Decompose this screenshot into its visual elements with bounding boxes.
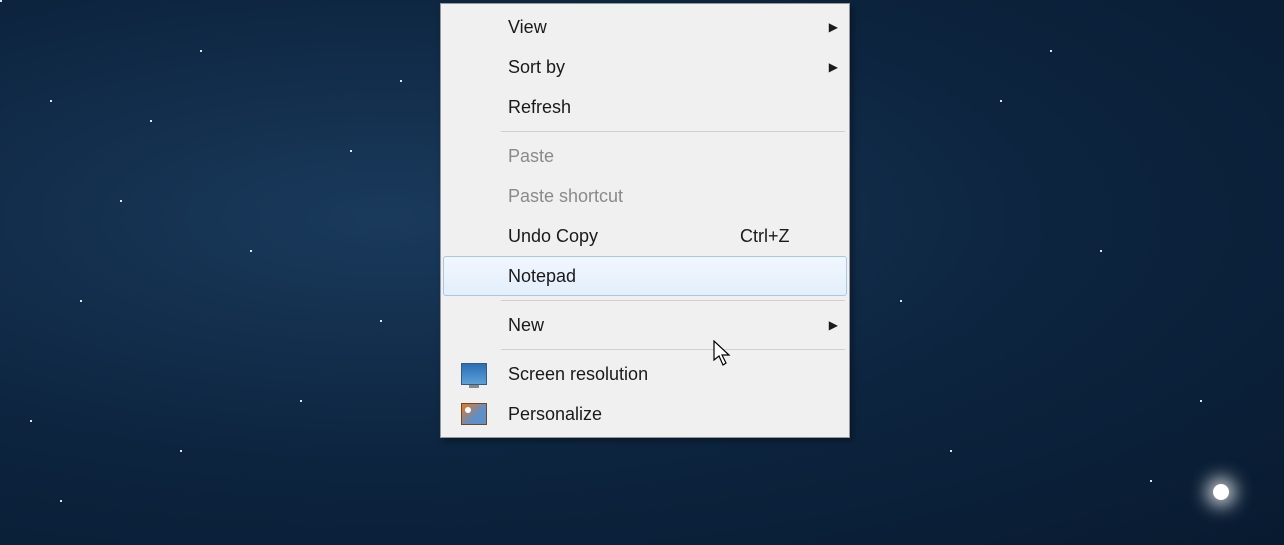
menu-item-sort-by[interactable]: Sort by ▶ [443, 47, 847, 87]
menu-item-label: Paste [500, 146, 740, 167]
submenu-arrow-icon: ▶ [820, 318, 838, 332]
menu-item-shortcut: Ctrl+Z [740, 226, 820, 247]
star-decoration [1213, 484, 1229, 500]
menu-item-label: Notepad [500, 266, 740, 287]
menu-item-view[interactable]: View ▶ [443, 7, 847, 47]
desktop-context-menu: View ▶ Sort by ▶ Refresh Paste Paste sho… [440, 3, 850, 438]
menu-separator [501, 349, 845, 350]
menu-separator [501, 131, 845, 132]
menu-item-screen-resolution[interactable]: Screen resolution [443, 354, 847, 394]
menu-separator [501, 300, 845, 301]
menu-item-label: Paste shortcut [500, 186, 740, 207]
menu-item-refresh[interactable]: Refresh [443, 87, 847, 127]
menu-item-label: View [500, 17, 740, 38]
screen-resolution-icon [448, 363, 500, 385]
menu-item-paste-shortcut: Paste shortcut [443, 176, 847, 216]
menu-item-label: Screen resolution [500, 364, 740, 385]
menu-item-notepad[interactable]: Notepad [443, 256, 847, 296]
menu-item-label: Refresh [500, 97, 740, 118]
menu-item-label: Personalize [500, 404, 740, 425]
menu-item-undo-copy[interactable]: Undo Copy Ctrl+Z [443, 216, 847, 256]
menu-item-label: Undo Copy [500, 226, 740, 247]
personalize-icon [448, 403, 500, 425]
submenu-arrow-icon: ▶ [820, 60, 838, 74]
menu-item-new[interactable]: New ▶ [443, 305, 847, 345]
menu-item-label: New [500, 315, 740, 336]
menu-item-personalize[interactable]: Personalize [443, 394, 847, 434]
submenu-arrow-icon: ▶ [820, 20, 838, 34]
menu-item-label: Sort by [500, 57, 740, 78]
menu-item-paste: Paste [443, 136, 847, 176]
